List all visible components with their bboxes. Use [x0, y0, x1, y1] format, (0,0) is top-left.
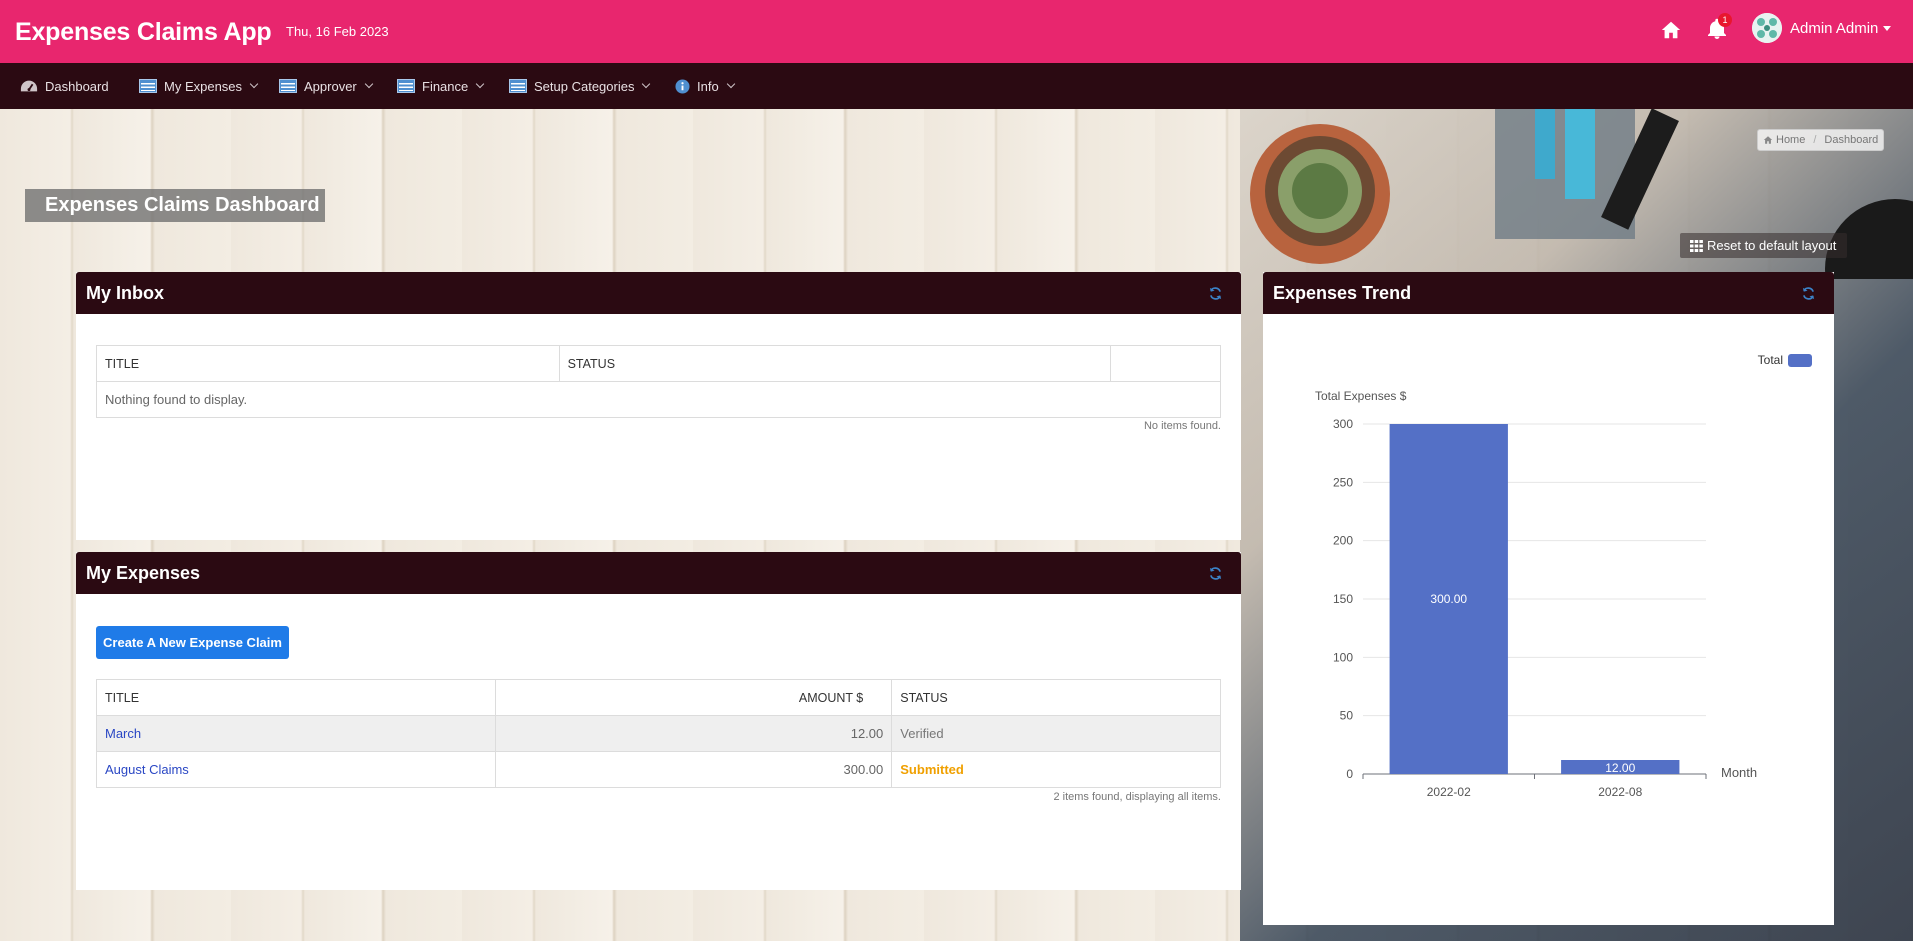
reset-layout-button[interactable]: Reset to default layout	[1680, 233, 1848, 258]
top-bar: Expenses Claims App Thu, 16 Feb 2023 1 A…	[0, 0, 1913, 63]
chevron-down-icon	[476, 79, 485, 89]
refresh-icon[interactable]	[1208, 286, 1223, 301]
expenses-footer: 2 items found, displaying all items.	[1053, 791, 1221, 803]
expenses-trend-chart: Total Expenses $ Month Total 0 50 100 150 20…	[1315, 353, 1812, 799]
nav-setup-categories[interactable]: Setup Categories	[509, 63, 651, 109]
nav-label: Approver	[304, 78, 357, 94]
chevron-down-icon	[642, 79, 651, 89]
y-tick-label: 50	[1340, 709, 1354, 723]
nav-dashboard[interactable]: Dashboard	[20, 63, 109, 109]
inbox-panel-header[interactable]: My Inbox	[76, 272, 1241, 314]
row-amount: 12.00	[494, 715, 893, 752]
table-row: Nothing found to display.	[96, 381, 1221, 418]
expenses-panel-title: My Expenses	[86, 562, 201, 583]
nav-label: Finance	[422, 78, 469, 94]
nav-info[interactable]: Info	[675, 63, 735, 109]
app-title[interactable]: Expenses Claims App	[15, 18, 272, 47]
main-nav: Dashboard My Expenses Approver Finance S…	[0, 63, 1913, 109]
chevron-down-icon	[726, 79, 735, 89]
nav-label: Info	[697, 78, 719, 94]
breadcrumb-home[interactable]: Home	[1776, 134, 1805, 146]
chevron-down-icon	[364, 79, 373, 89]
x-tick-label: 2022-08	[1598, 785, 1642, 799]
table-icon	[509, 79, 527, 93]
chevron-down-icon	[249, 79, 259, 89]
inbox-panel-title: My Inbox	[86, 282, 165, 303]
legend-label: Total	[1758, 353, 1783, 367]
home-icon[interactable]	[1660, 19, 1682, 41]
column-header-actions	[1110, 345, 1221, 382]
table-icon	[279, 79, 297, 93]
table-header-row: TITLE STATUS	[96, 345, 1221, 382]
row-title: August Claims	[96, 751, 496, 788]
refresh-icon[interactable]	[1801, 286, 1816, 301]
avatar[interactable]	[1752, 13, 1782, 43]
y-tick-label: 150	[1333, 592, 1353, 606]
trend-panel-title: Expenses Trend	[1273, 282, 1412, 303]
breadcrumb-separator: /	[1813, 134, 1817, 146]
table-icon	[397, 79, 415, 93]
x-axis-label: Month	[1721, 765, 1757, 780]
inbox-table: TITLE STATUS Nothing found to display.	[96, 345, 1221, 418]
expenses-panel-header[interactable]: My Expenses	[76, 552, 1241, 594]
nav-label: My Expenses	[164, 78, 243, 94]
home-icon	[1763, 136, 1773, 144]
table-row: August Claims 300.00 Submitted	[96, 751, 1221, 788]
bar-data-label: 300.00	[1430, 592, 1467, 606]
table-row: March 12.00 Verified	[96, 715, 1221, 752]
column-header-amount[interactable]: AMOUNT $	[494, 679, 893, 716]
nav-approver[interactable]: Approver	[279, 63, 373, 109]
nav-label: Setup Categories	[534, 78, 635, 94]
column-header-title[interactable]: TITLE	[96, 345, 560, 382]
nav-label: Dashboard	[45, 78, 109, 94]
notification-badge: 1	[1718, 13, 1732, 27]
y-tick-label: 0	[1346, 767, 1353, 781]
y-axis-label: Total Expenses $	[1315, 389, 1407, 403]
current-date: Thu, 16 Feb 2023	[286, 24, 389, 39]
user-menu-name[interactable]: Admin Admin	[1790, 20, 1878, 37]
empty-message: Nothing found to display.	[96, 381, 1221, 418]
table-header-row: TITLE AMOUNT $ STATUS	[96, 679, 1221, 716]
breadcrumb-current: Dashboard	[1824, 134, 1879, 146]
column-header-status[interactable]: STATUS	[558, 345, 1112, 382]
nav-finance[interactable]: Finance	[397, 63, 485, 109]
y-tick-label: 200	[1333, 534, 1353, 548]
create-expense-claim-button[interactable]: Create A New Expense Claim	[96, 626, 289, 659]
page-title: Expenses Claims Dashboard	[25, 189, 325, 222]
x-tick-label: 2022-02	[1427, 785, 1471, 799]
grid-icon	[1690, 239, 1703, 252]
breadcrumb: Home / Dashboard	[1757, 129, 1885, 151]
reset-layout-label: Reset to default layout	[1707, 238, 1837, 253]
table-icon	[139, 79, 157, 93]
inbox-panel: My Inbox TITLE STATUS Nothing found to d…	[76, 272, 1241, 540]
user-menu-caret-icon[interactable]	[1883, 26, 1891, 31]
row-status: Verified	[891, 715, 1221, 752]
nav-my-expenses[interactable]: My Expenses	[139, 63, 259, 109]
trend-panel-header[interactable]: Expenses Trend	[1263, 272, 1834, 314]
row-title: March	[96, 715, 496, 752]
y-tick-label: 250	[1333, 475, 1353, 489]
inbox-footer: No items found.	[1143, 420, 1221, 432]
expense-link[interactable]: March	[105, 726, 141, 741]
legend-swatch[interactable]	[1788, 354, 1812, 367]
y-tick-label: 100	[1333, 650, 1353, 664]
dashboard-icon	[20, 80, 38, 92]
expenses-table: TITLE AMOUNT $ STATUS March 12.00 Verifi…	[96, 679, 1221, 788]
row-status: Submitted	[891, 751, 1221, 788]
info-icon	[675, 78, 690, 94]
column-header-status[interactable]: STATUS	[891, 679, 1221, 716]
expense-link[interactable]: August Claims	[105, 762, 189, 777]
bar-data-label: 12.00	[1605, 761, 1635, 775]
row-amount: 300.00	[494, 751, 893, 788]
column-header-title[interactable]: TITLE	[96, 679, 496, 716]
y-tick-label: 300	[1333, 417, 1353, 431]
refresh-icon[interactable]	[1208, 566, 1223, 581]
